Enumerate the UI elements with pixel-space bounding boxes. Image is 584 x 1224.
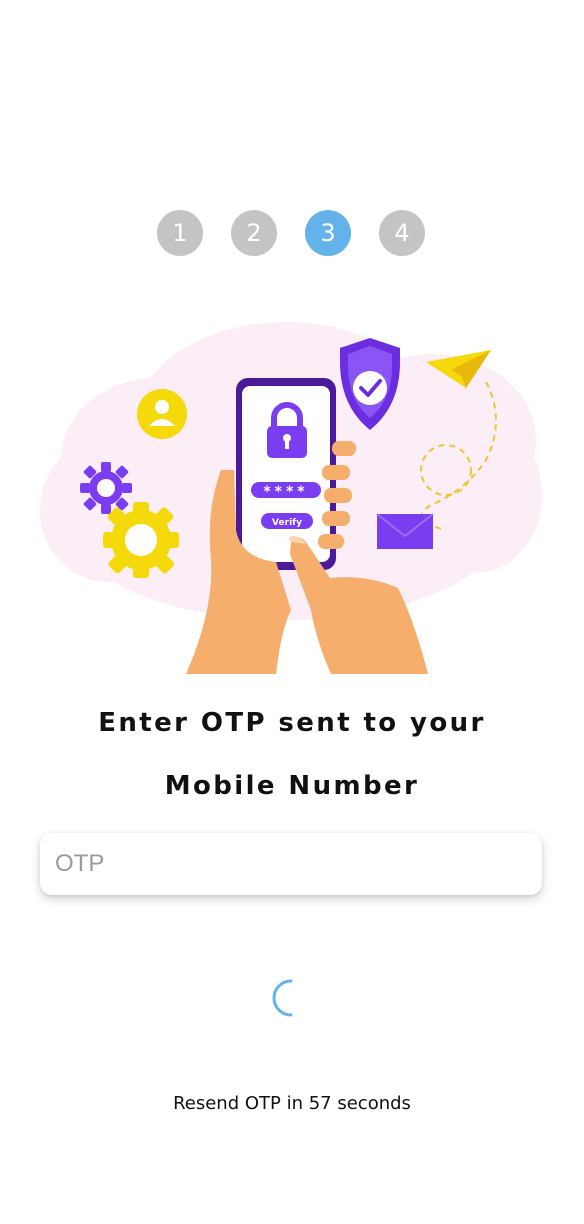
password-field: **** <box>251 482 321 500</box>
stepper: 1 2 3 4 <box>0 210 584 256</box>
user-icon <box>137 389 187 439</box>
envelope-icon <box>376 513 434 549</box>
step-3-active: 3 <box>305 210 351 256</box>
otp-field-container <box>40 833 542 895</box>
verify-label: Verify <box>272 518 302 528</box>
verify-badge: Verify <box>261 513 313 529</box>
title-line-2: Mobile Number <box>164 771 420 801</box>
step-1: 1 <box>157 210 203 256</box>
page-title: Enter OTP sent to your Mobile Number <box>0 692 584 818</box>
gear-icon <box>80 462 132 514</box>
gear-icon <box>103 502 179 578</box>
otp-input[interactable] <box>40 833 541 895</box>
title-line-1: Enter OTP sent to your <box>98 708 486 738</box>
step-2: 2 <box>231 210 277 256</box>
step-4: 4 <box>379 210 425 256</box>
resend-otp-countdown: Resend OTP in 57 seconds <box>173 1093 411 1114</box>
loading-spinner-icon <box>272 979 293 1017</box>
otp-illustration: **** Verify <box>40 322 542 674</box>
password-mask: **** <box>263 484 308 500</box>
